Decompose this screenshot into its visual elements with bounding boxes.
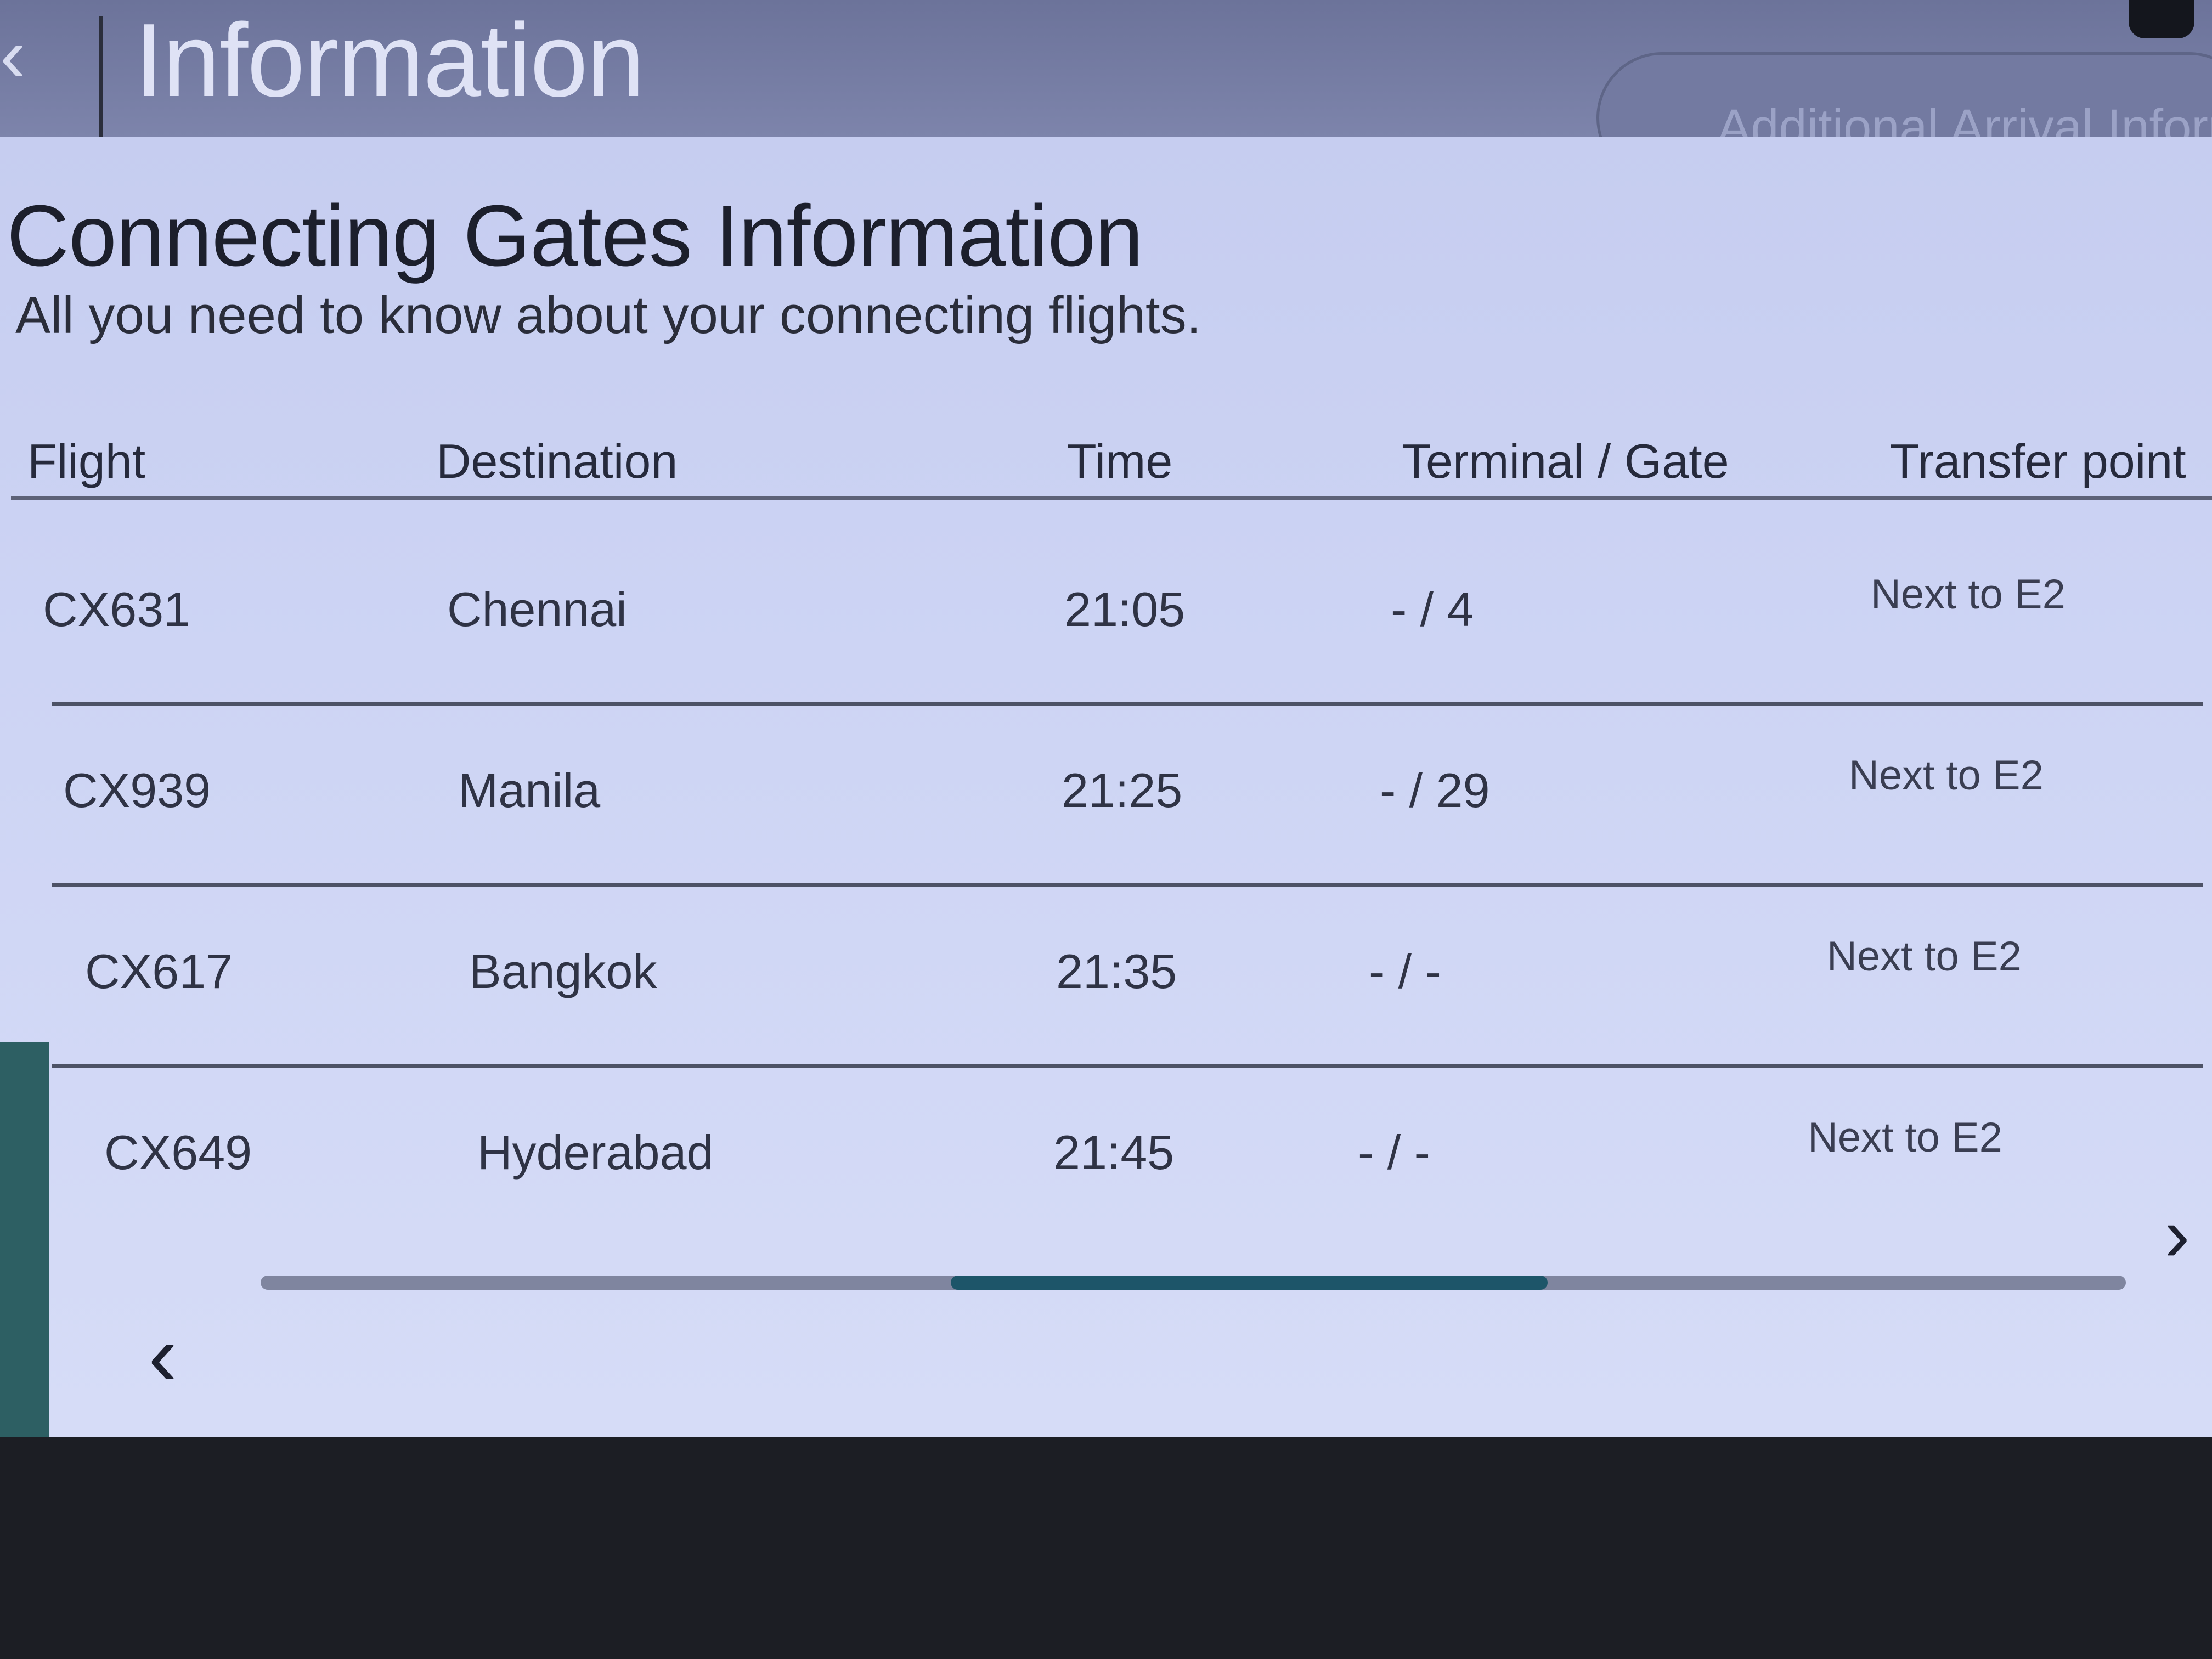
horizontal-scrollbar[interactable]	[261, 1276, 2126, 1290]
destination-cell: Bangkok	[469, 944, 657, 998]
page-subtitle: All you need to know about your connecti…	[15, 286, 1201, 345]
table-row[interactable]: CX939 Manila 21:25 - / 29 Next to E2	[0, 713, 2212, 900]
terminal-gate-cell: - / 4	[1391, 582, 1474, 636]
table-row[interactable]: CX649 Hyderabad 21:45 - / - Next to E2	[0, 1075, 2212, 1262]
page-title: Connecting Gates Information	[7, 188, 1143, 284]
header-divider	[99, 16, 103, 137]
header-rule	[11, 496, 2212, 500]
column-header-time: Time	[1067, 434, 1173, 488]
header-bar: ‹ Information Additional Arrival Inform	[0, 0, 2212, 184]
row-divider	[52, 1064, 2203, 1068]
chevron-left-icon[interactable]: ‹	[148, 1311, 177, 1399]
table-row[interactable]: CX617 Bangkok 21:35 - / - Next to E2	[0, 894, 2212, 1081]
status-indicator	[2129, 0, 2194, 38]
transfer-point-cell: Next to E2	[1808, 1114, 2002, 1161]
time-cell: 21:45	[1053, 1125, 1175, 1180]
terminal-gate-cell: - / 29	[1380, 763, 1490, 817]
screen: ‹ Information Additional Arrival Inform …	[0, 0, 2212, 1659]
destination-cell: Hyderabad	[477, 1125, 714, 1180]
time-cell: 21:05	[1064, 582, 1186, 636]
header-title: Information	[134, 2, 645, 119]
destination-cell: Manila	[458, 763, 601, 817]
transfer-point-cell: Next to E2	[1849, 752, 2044, 799]
content-panel: Connecting Gates Information All you nee…	[0, 137, 2212, 1437]
row-divider	[52, 883, 2203, 887]
terminal-gate-cell: - / -	[1358, 1125, 1430, 1180]
table-row[interactable]: CX631 Chennai 21:05 - / 4 Next to E2	[0, 532, 2212, 719]
flight-cell: CX617	[85, 944, 233, 998]
flight-cell: CX649	[104, 1125, 252, 1180]
column-header-terminal-gate: Terminal / Gate	[1402, 434, 1729, 488]
transfer-point-cell: Next to E2	[1827, 933, 2022, 980]
terminal-gate-cell: - / -	[1369, 944, 1441, 998]
time-cell: 21:25	[1062, 763, 1183, 817]
destination-cell: Chennai	[447, 582, 627, 636]
back-chevron-icon[interactable]: ‹	[0, 16, 38, 93]
column-header-flight: Flight	[27, 434, 146, 488]
scrollbar-thumb[interactable]	[951, 1276, 1548, 1290]
row-divider	[52, 702, 2203, 706]
chevron-right-icon[interactable]: ›	[2164, 1196, 2190, 1273]
flight-cell: CX939	[63, 763, 211, 817]
flight-cell: CX631	[43, 582, 191, 636]
column-header-destination: Destination	[436, 434, 678, 488]
transfer-point-cell: Next to E2	[1871, 571, 2066, 618]
column-header-transfer-point: Transfer point	[1890, 434, 2186, 488]
time-cell: 21:35	[1056, 944, 1177, 998]
